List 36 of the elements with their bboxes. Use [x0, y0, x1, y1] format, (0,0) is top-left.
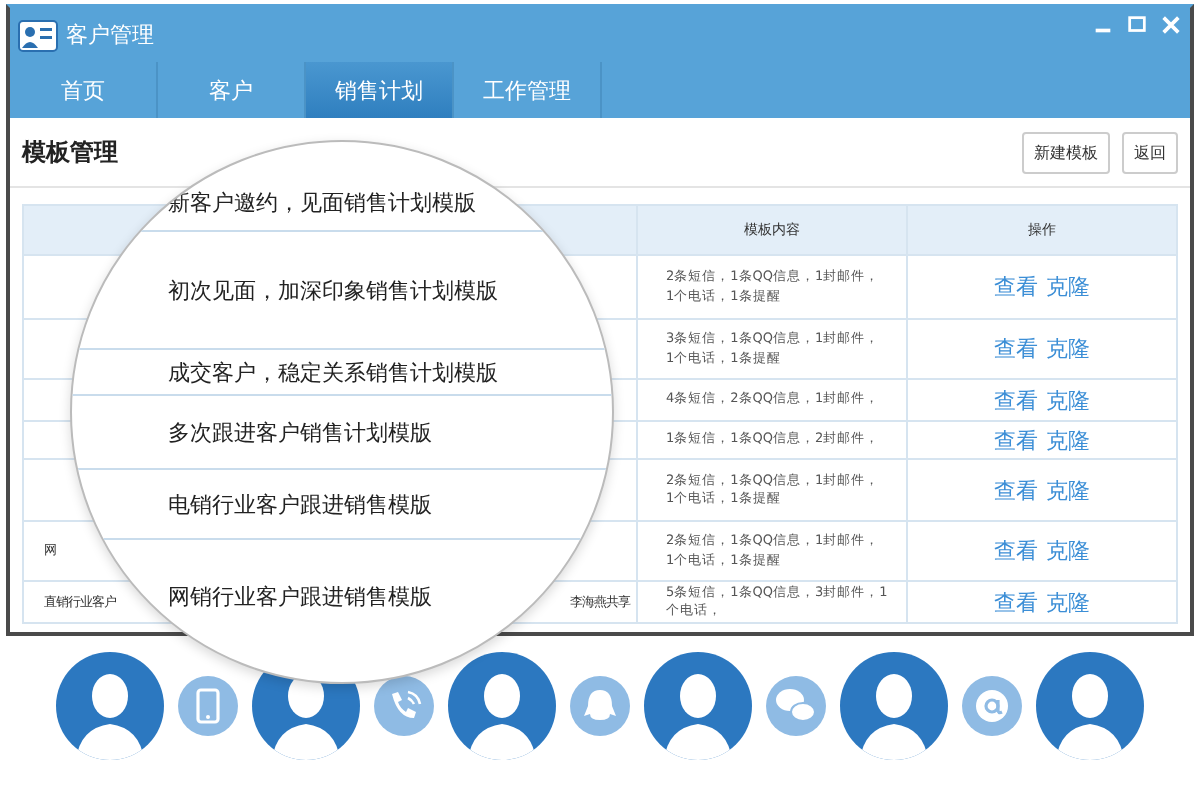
contact-card-icon	[18, 19, 58, 51]
close-icon[interactable]	[1160, 14, 1182, 36]
page-title: 模板管理	[22, 135, 118, 169]
action-link[interactable]: 克隆	[1046, 477, 1090, 503]
nav-tab[interactable]: 销售计划	[306, 62, 454, 118]
template-name: 成交客户，稳定关系销售计划模版	[168, 357, 498, 387]
template-name: 初次见面，加深印象销售计划模版	[168, 275, 498, 305]
template-name: 多次跟进客户销售计划模版	[168, 417, 432, 447]
template-name: 电销行业客户跟进销售模版	[168, 489, 432, 519]
penguin-icon	[570, 676, 630, 736]
avatar-icon	[840, 652, 948, 760]
toolbar-button[interactable]: 新建模板	[1022, 131, 1110, 173]
mobile-phone-icon	[178, 676, 238, 736]
action-link[interactable]: 查看	[994, 477, 1038, 503]
action-link[interactable]: 克隆	[1046, 387, 1090, 413]
action-link[interactable]: 查看	[994, 589, 1038, 615]
chat-bubbles-icon	[766, 676, 826, 736]
avatar-icon	[644, 652, 752, 760]
avatar-icon	[56, 652, 164, 760]
toolbar-button[interactable]: 返回	[1122, 131, 1178, 173]
window-title: 客户管理	[66, 20, 154, 50]
avatar-icon	[1036, 652, 1144, 760]
action-link[interactable]: 查看	[994, 387, 1038, 413]
action-link[interactable]: 查看	[994, 427, 1038, 453]
email-at-icon	[962, 676, 1022, 736]
maximize-icon[interactable]	[1126, 14, 1148, 36]
action-link[interactable]: 查看	[994, 274, 1038, 300]
action-link[interactable]: 克隆	[1046, 274, 1090, 300]
avatar-icon	[448, 652, 556, 760]
action-link[interactable]: 克隆	[1046, 427, 1090, 453]
action-link[interactable]: 克隆	[1046, 589, 1090, 615]
action-link[interactable]: 查看	[994, 336, 1038, 362]
action-link[interactable]: 克隆	[1046, 336, 1090, 362]
action-link[interactable]: 克隆	[1046, 538, 1090, 564]
template-name: 网销行业客户跟进销售模版	[168, 581, 432, 611]
action-link[interactable]: 查看	[994, 538, 1038, 564]
